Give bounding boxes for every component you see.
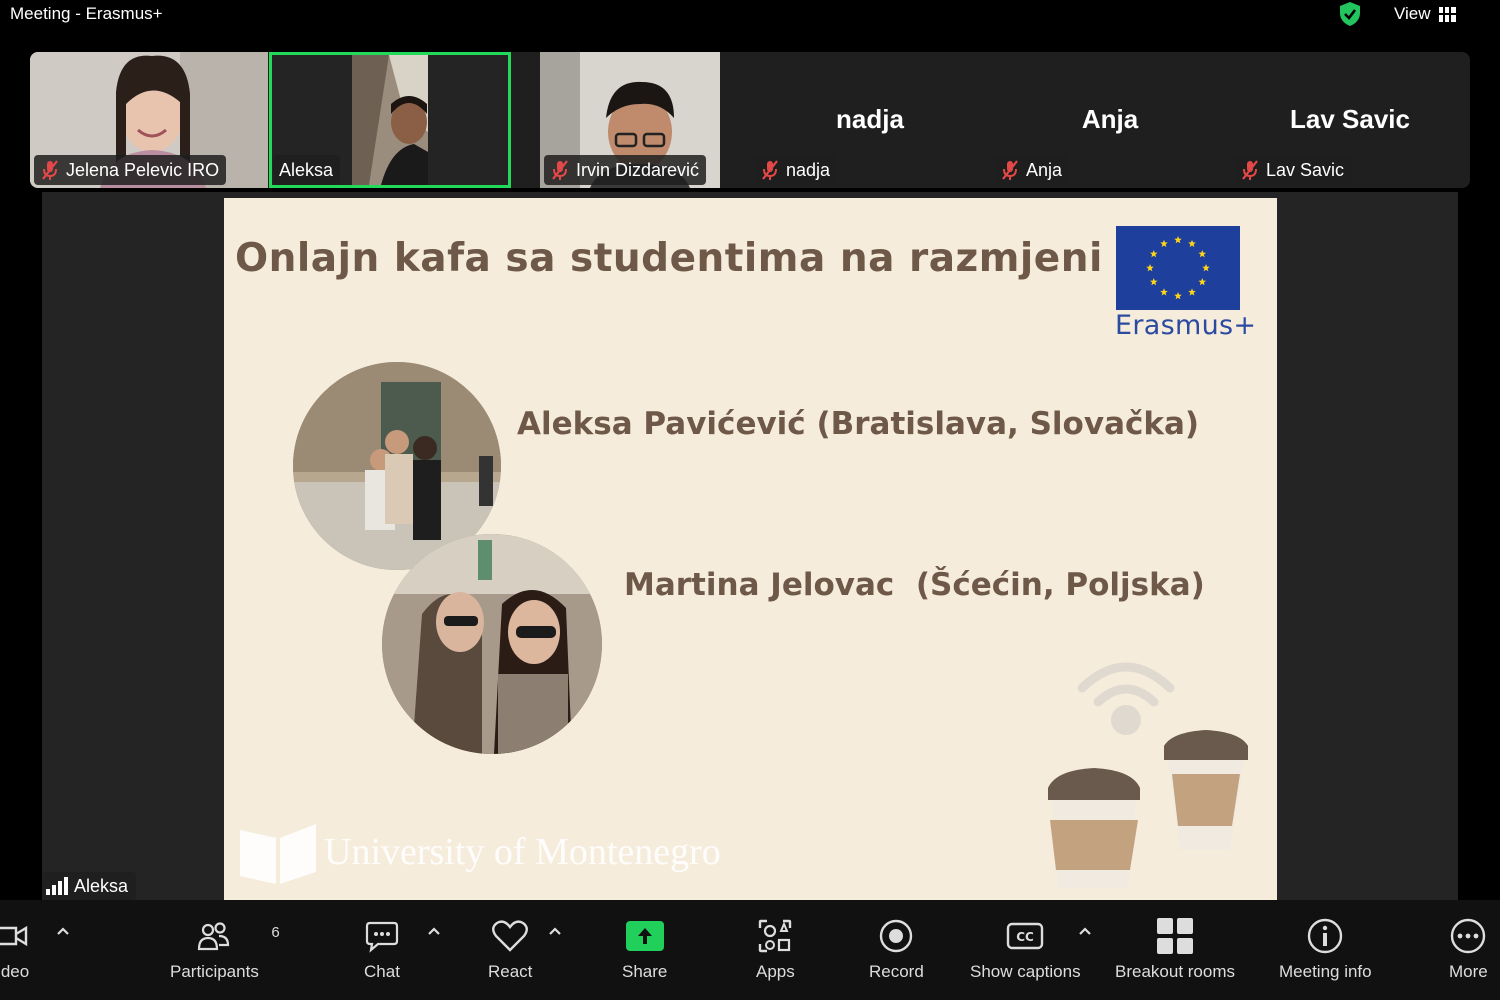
chat-button[interactable]: Chat	[364, 914, 400, 982]
breakout-label: Breakout rooms	[1115, 962, 1235, 981]
mic-muted-icon	[762, 160, 778, 180]
participant-name: nadja	[786, 159, 831, 180]
more-icon	[1451, 918, 1486, 954]
participants-icon	[198, 922, 230, 951]
show-captions-button[interactable]: CC Show captions	[970, 914, 1081, 982]
slide-title: Onlajn kafa sa studentima na razmjeni	[235, 236, 1103, 281]
react-button[interactable]: React	[488, 914, 532, 982]
chat-label: Chat	[364, 962, 400, 981]
video-camera-icon	[0, 925, 28, 947]
video-options-caret-icon[interactable]	[56, 926, 70, 936]
share-arrow-icon	[625, 921, 664, 951]
participants-count: 6	[271, 924, 280, 941]
more-label: More	[1449, 962, 1488, 981]
meeting-info-button[interactable]: Meeting info	[1279, 914, 1372, 982]
participant-name: Anja	[1026, 159, 1063, 180]
grid-view-icon	[1438, 6, 1456, 22]
mic-muted-icon	[1242, 160, 1258, 180]
closed-captions-icon: CC	[1007, 922, 1044, 950]
svg-text:CC: CC	[1016, 930, 1034, 944]
title-bar: Meeting - Erasmus+ View	[0, 0, 1500, 48]
participant-display-name: Lav Savic	[1290, 104, 1410, 134]
record-button[interactable]: Record	[869, 914, 924, 982]
participant-display-name: nadja	[836, 104, 904, 134]
participant-name: Aleksa	[279, 159, 334, 180]
breakout-rooms-icon	[1157, 918, 1193, 954]
name-tag: Lav Savic	[1234, 155, 1352, 185]
video-label: deo	[0, 962, 30, 981]
coffee-cups-illustration	[1048, 662, 1248, 888]
video-tile-jelena[interactable]: Jelena Pelevic IRO	[30, 52, 268, 188]
active-speaker-name: Aleksa	[74, 875, 129, 896]
participant-display-name: Anja	[1081, 104, 1139, 134]
more-button[interactable]: More	[1449, 914, 1488, 982]
record-label: Record	[869, 962, 924, 981]
breakout-rooms-button[interactable]: Breakout rooms	[1115, 914, 1235, 982]
presentation-slide: Onlajn kafa sa studentima na razmjeni Er…	[224, 198, 1277, 900]
university-logo-icon	[240, 824, 316, 884]
participant-name: Irvin Dizdarević	[576, 159, 700, 180]
mic-muted-icon	[552, 160, 568, 180]
captions-options-caret-icon[interactable]	[1078, 926, 1092, 936]
react-options-caret-icon[interactable]	[548, 926, 562, 936]
view-button[interactable]: View	[1394, 4, 1456, 24]
meeting-info-label: Meeting info	[1279, 962, 1372, 981]
captions-label: Show captions	[970, 962, 1081, 981]
video-tile-irvin[interactable]: Irvin Dizdarević	[540, 52, 720, 188]
heart-icon	[492, 920, 529, 952]
participant-name: Lav Savic	[1266, 159, 1345, 180]
react-label: React	[488, 962, 533, 981]
chat-options-caret-icon[interactable]	[427, 926, 441, 936]
video-button[interactable]: deo	[0, 914, 30, 982]
shield-check-icon[interactable]	[1338, 1, 1362, 27]
name-tag: nadja	[754, 155, 838, 185]
apps-icon	[759, 919, 792, 953]
student-photo-martina	[382, 534, 602, 754]
name-tag: Jelena Pelevic IRO	[34, 155, 227, 185]
share-screen-button[interactable]: Share	[622, 914, 667, 982]
apps-label: Apps	[756, 962, 795, 981]
participants-button[interactable]: 6 Participants	[170, 914, 280, 982]
meeting-toolbar: deo 6 Participants Chat React Share Apps…	[0, 900, 1500, 1000]
participants-label: Participants	[170, 962, 259, 981]
participant-strip: Jelena Pelevic IRO Aleksa Irvin Dizdarev…	[30, 52, 1470, 188]
name-tag: Irvin Dizdarević	[544, 155, 707, 185]
active-speaker-label: Aleksa	[42, 872, 137, 900]
student-name-1: Aleksa Pavićević (Bratislava, Slovačka)	[517, 406, 1200, 442]
erasmus-logo-text: Erasmus+	[1115, 310, 1257, 341]
participant-name: Jelena Pelevic IRO	[66, 159, 220, 180]
video-tile-nadja[interactable]: nadja nadja	[750, 52, 990, 188]
video-tile-aleksa[interactable]: Aleksa	[269, 52, 511, 188]
name-tag: Anja	[994, 155, 1070, 185]
eu-flag-logo	[1116, 226, 1240, 310]
record-icon	[880, 919, 913, 953]
info-icon	[1308, 918, 1343, 954]
mic-muted-icon	[42, 160, 58, 180]
chat-icon	[365, 921, 399, 953]
mic-muted-icon	[1002, 160, 1018, 180]
name-tag: Aleksa	[273, 155, 341, 185]
share-label: Share	[622, 962, 668, 981]
video-tile-anja[interactable]: Anja Anja	[990, 52, 1230, 188]
window-title: Meeting - Erasmus+	[10, 4, 163, 23]
apps-button[interactable]: Apps	[756, 914, 795, 982]
signal-strength-icon	[46, 877, 68, 895]
video-tile-lav-savic[interactable]: Lav Savic Lav Savic	[1230, 52, 1470, 188]
view-label: View	[1394, 4, 1431, 23]
university-name: University of Montenegro	[324, 831, 721, 873]
student-name-2: Martina Jelovac (Šćećin, Poljska)	[624, 567, 1205, 603]
